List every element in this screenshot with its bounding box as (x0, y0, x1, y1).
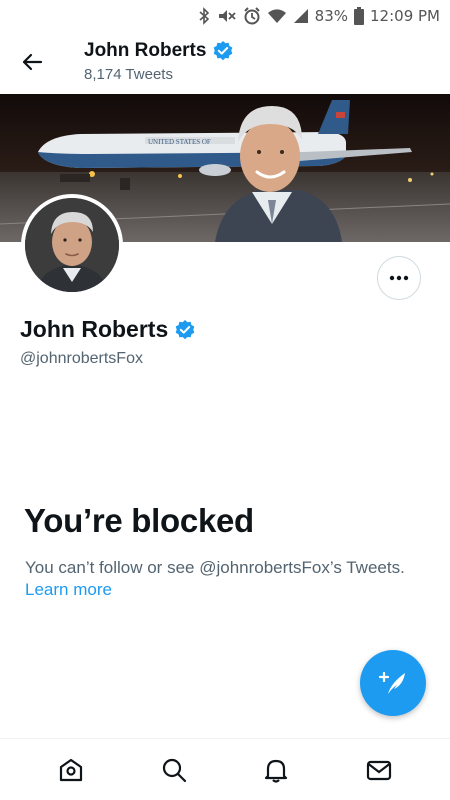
alarm-icon (243, 7, 260, 25)
bell-icon (265, 759, 288, 783)
mute-icon (218, 10, 236, 22)
compose-tweet-button[interactable] (360, 650, 426, 716)
avatar-image (25, 198, 119, 292)
clock: 12:09 PM (370, 7, 440, 25)
back-button[interactable] (16, 46, 48, 78)
wifi-icon (267, 9, 286, 23)
mail-icon (366, 760, 391, 780)
arrow-left-icon (22, 53, 43, 71)
bottom-nav (0, 738, 450, 800)
avatar[interactable] (21, 194, 123, 296)
more-options-button[interactable] (377, 256, 421, 300)
profile-name: John Roberts (20, 316, 169, 342)
plane-text: UNITED STATES OF (148, 138, 211, 146)
learn-more-link[interactable]: Learn more (25, 580, 112, 600)
search-icon (162, 758, 186, 782)
verified-badge-icon (175, 319, 195, 339)
status-bar: 83% 12:09 PM (0, 0, 450, 32)
nav-messages[interactable] (354, 745, 404, 795)
bluetooth-icon (199, 7, 209, 25)
home-icon (60, 758, 83, 781)
more-horizontal-icon (389, 275, 409, 281)
signal-icon (293, 9, 308, 23)
profile-name-row: John Roberts (20, 316, 196, 343)
verified-badge-icon (214, 41, 233, 61)
profile-header: John Roberts 8,174 Tweets (0, 32, 450, 94)
profile-handle: @johnrobertsFox (20, 350, 143, 367)
blocked-title: You’re blocked (24, 502, 254, 539)
header-title: John Roberts (84, 40, 234, 62)
blocked-message: You can’t follow or see @johnrobertsFox’… (25, 558, 405, 577)
battery-percent: 83% (314, 7, 349, 25)
header-name: John Roberts (84, 40, 207, 61)
battery-icon (354, 7, 365, 25)
nav-search[interactable] (149, 745, 199, 795)
tweet-count: 8,174 Tweets (84, 66, 173, 83)
nav-notifications[interactable] (251, 745, 301, 795)
nav-home[interactable] (46, 745, 96, 795)
compose-tweet-icon (378, 671, 405, 694)
